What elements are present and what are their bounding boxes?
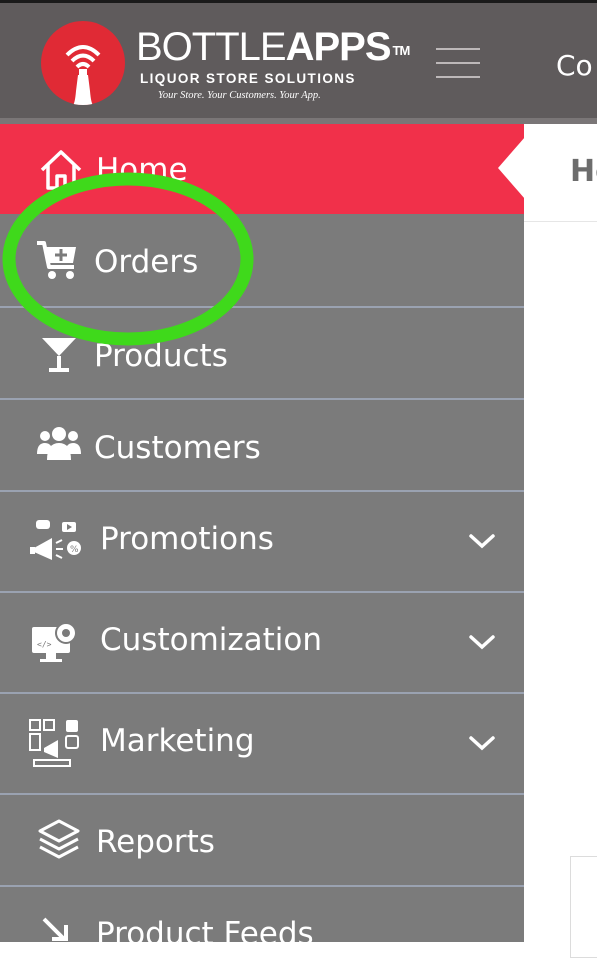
- svg-text:</>: </>: [37, 640, 52, 649]
- bottle-logo-icon[interactable]: [41, 21, 125, 105]
- header-nav-link[interactable]: Co: [556, 48, 593, 84]
- sidebar-item-label: Product Feeds: [96, 916, 314, 952]
- content-header: Ho: [524, 124, 597, 222]
- page-title: Ho: [570, 154, 597, 189]
- sidebar-item-label: Customers: [94, 430, 261, 466]
- gear-monitor-icon: </>: [32, 622, 77, 662]
- trademark: TM: [392, 43, 411, 58]
- cocktail-glass-icon: [42, 338, 76, 372]
- brand-name-light: BOTTLE: [136, 25, 287, 69]
- marketing-icon: [29, 719, 79, 767]
- users-icon: [37, 427, 81, 460]
- sidebar-item-customers[interactable]: Customers: [0, 400, 524, 492]
- cart-plus-icon: [37, 241, 76, 279]
- sidebar-item-marketing[interactable]: Marketing: [0, 694, 524, 795]
- chevron-down-icon[interactable]: [468, 532, 496, 550]
- sidebar-item-reports[interactable]: Reports: [0, 795, 524, 887]
- sidebar-item-label: Reports: [96, 824, 215, 860]
- sidebar-item-products[interactable]: Products: [0, 308, 524, 400]
- brand-tagline: LIQUOR STORE SOLUTIONS: [140, 71, 356, 86]
- home-icon: [40, 150, 82, 190]
- sidebar-item-label: Marketing: [100, 723, 255, 759]
- sidebar: Home Orders Products Customers % Promoti…: [0, 124, 524, 953]
- sidebar-item-label: Orders: [94, 244, 199, 280]
- sidebar-item-orders[interactable]: Orders: [0, 214, 524, 308]
- chevron-down-icon[interactable]: [468, 633, 496, 651]
- sidebar-item-product-feeds[interactable]: Product Feeds: [0, 887, 524, 979]
- active-item-pointer: [498, 137, 525, 199]
- sidebar-item-customization[interactable]: </> Customization: [0, 593, 524, 694]
- chevron-down-icon[interactable]: [468, 734, 496, 752]
- sidebar-item-label: Products: [94, 338, 228, 374]
- brand-name: BOTTLEAPPS TM: [136, 25, 411, 69]
- megaphone-icon: %: [30, 520, 81, 560]
- brand-name-bold: APPS: [285, 25, 392, 69]
- app-header: BOTTLEAPPS TM LIQUOR STORE SOLUTIONS Your…: [0, 3, 597, 118]
- download-feed-icon: [40, 917, 76, 953]
- content-card: [570, 856, 597, 958]
- hamburger-menu-icon[interactable]: [436, 48, 480, 78]
- sidebar-item-home[interactable]: Home: [0, 124, 524, 214]
- sidebar-item-promotions[interactable]: % Promotions: [0, 492, 524, 593]
- sidebar-item-label: Promotions: [100, 521, 274, 557]
- svg-text:%: %: [70, 545, 79, 555]
- sidebar-item-label: Home: [96, 152, 188, 188]
- layers-icon: [38, 819, 80, 859]
- brand-subtagline: Your Store. Your Customers. Your App.: [158, 90, 321, 101]
- sidebar-item-label: Customization: [100, 622, 323, 658]
